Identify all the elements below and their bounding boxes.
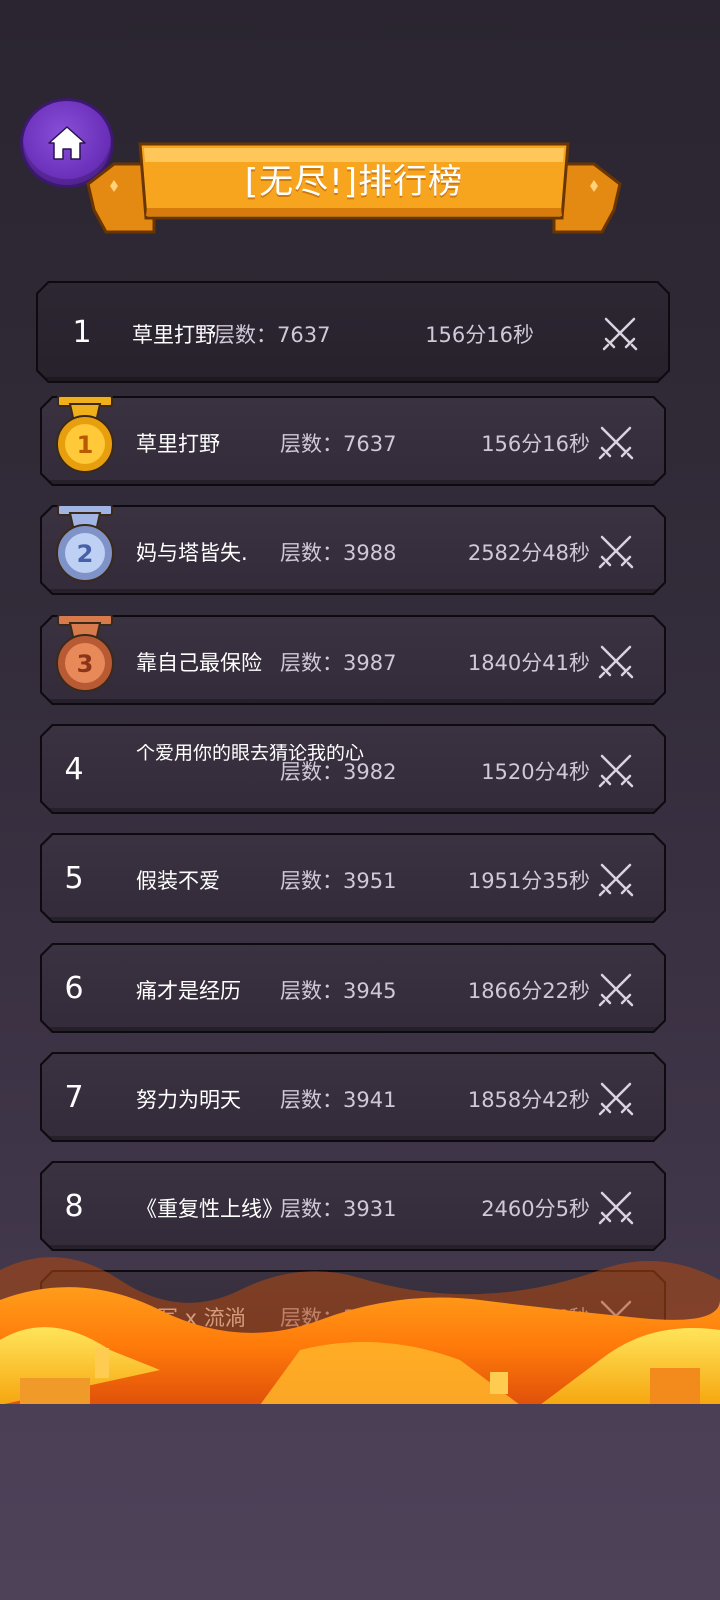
floors-count: 层数：3941	[280, 1088, 397, 1112]
leaderboard-row[interactable]: 4 个爱用你的眼去猜论我的心 层数：3982 1520分4秒	[40, 724, 666, 814]
leaderboard-row[interactable]: 5 假装不爱 层数：3951 1951分35秒	[40, 833, 666, 923]
crossed-swords-icon[interactable]	[596, 859, 636, 899]
lava-decoration	[0, 1257, 720, 1405]
floors-count: 层数：7637	[214, 323, 331, 347]
player-name: 假装不爱	[136, 869, 220, 893]
leaderboard-row[interactable]: 6 痛才是经历 层数：3945 1866分22秒	[40, 943, 666, 1033]
svg-text:3: 3	[77, 650, 94, 678]
clear-time: 1866分22秒	[467, 979, 590, 1003]
player-name: 草里打野	[132, 323, 216, 347]
leaderboard-row[interactable]: 1 草里打野 层数：7637 156分16秒	[40, 396, 666, 486]
rank-number: 4	[64, 752, 84, 787]
my-rank-row[interactable]: 1 草里打野 层数：7637 156分16秒	[36, 281, 670, 383]
svg-text:2: 2	[77, 540, 94, 568]
floors-count: 层数：3945	[280, 979, 397, 1003]
crossed-swords-icon[interactable]	[596, 1078, 636, 1118]
crossed-swords-icon[interactable]	[596, 1187, 636, 1227]
clear-time: 1858分42秒	[467, 1088, 590, 1112]
player-name: 痛才是经历	[136, 979, 241, 1003]
crossed-swords-icon[interactable]	[596, 422, 636, 462]
title-banner: [无尽!]排行榜	[84, 140, 624, 240]
clear-time: 156分16秒	[481, 432, 590, 456]
bronze-medal-icon: 3	[52, 611, 118, 695]
clear-time: 1520分4秒	[481, 760, 590, 784]
bottom-panel	[0, 1404, 720, 1600]
rank-number: 8	[64, 1189, 84, 1224]
floors-count: 层数：3931	[280, 1197, 397, 1221]
player-name: 努力为明天	[136, 1088, 241, 1112]
rank-number: 1	[72, 315, 92, 350]
leaderboard-row[interactable]: 3 靠自己最保险 层数：3987 1840分41秒	[40, 615, 666, 705]
floors-count: 层数：7637	[280, 432, 397, 456]
rank-number: 5	[64, 861, 84, 896]
crossed-swords-icon[interactable]	[596, 750, 636, 790]
floors-count: 层数：3982	[280, 760, 397, 784]
clear-time: 2460分5秒	[481, 1197, 590, 1221]
clear-time: 156分16秒	[425, 323, 534, 347]
clear-time: 1951分35秒	[467, 869, 590, 893]
player-name: 草里打野	[136, 432, 220, 456]
floors-count: 层数：3987	[280, 651, 397, 675]
svg-text:1: 1	[77, 431, 94, 459]
crossed-swords-icon[interactable]	[596, 641, 636, 681]
crossed-swords-icon[interactable]	[596, 531, 636, 571]
clear-time: 1840分41秒	[467, 651, 590, 675]
crossed-swords-icon[interactable]	[600, 313, 640, 353]
leaderboard-row[interactable]: 7 努力为明天 层数：3941 1858分42秒	[40, 1052, 666, 1142]
floors-count: 层数：3951	[280, 869, 397, 893]
rank-number: 7	[64, 1080, 84, 1115]
silver-medal-icon: 2	[52, 501, 118, 585]
clear-time: 2582分48秒	[467, 541, 590, 565]
home-icon	[48, 126, 86, 160]
rank-number: 6	[64, 971, 84, 1006]
page-title: [无尽!]排行榜	[244, 162, 464, 202]
player-name: 妈与塔皆失.	[136, 541, 248, 565]
leaderboard-row[interactable]: 2 妈与塔皆失. 层数：3988 2582分48秒	[40, 505, 666, 595]
floors-count: 层数：3988	[280, 541, 397, 565]
player-name: 靠自己最保险	[136, 651, 262, 675]
player-name: 《重复性上线》	[136, 1197, 283, 1221]
crossed-swords-icon[interactable]	[596, 969, 636, 1009]
gold-medal-icon: 1	[52, 392, 118, 476]
